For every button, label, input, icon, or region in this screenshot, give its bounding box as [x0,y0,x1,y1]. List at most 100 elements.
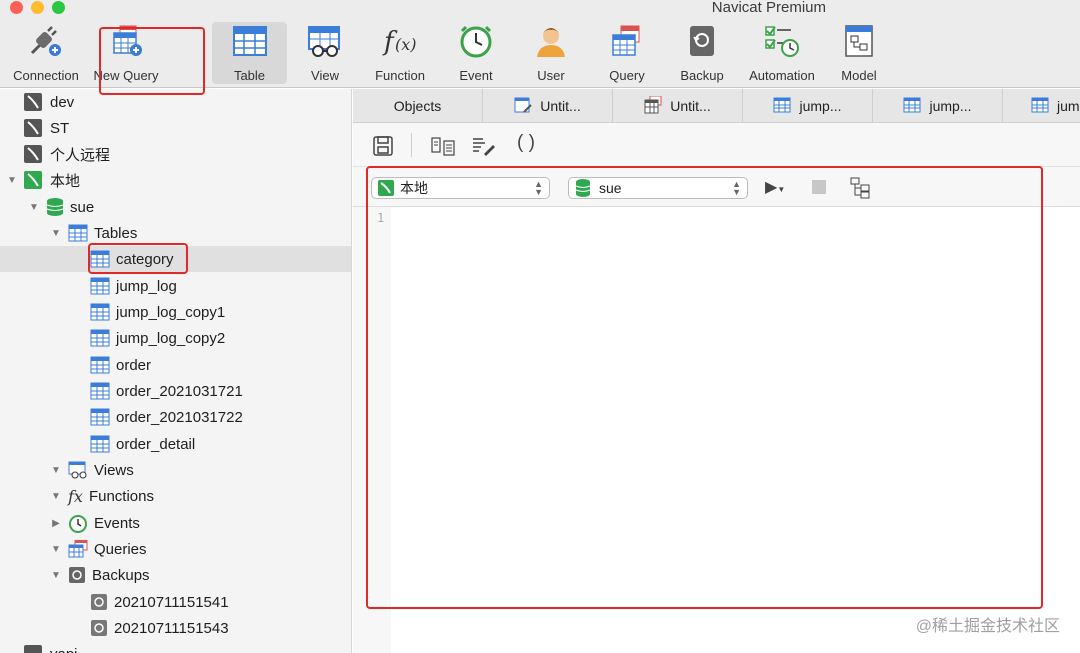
connection-select-value: 本地 [400,180,428,196]
query-icon [68,540,88,558]
toolbar-user-button[interactable]: User [522,22,580,84]
explain-button[interactable] [850,177,872,204]
database-select-value: sue [599,180,622,196]
toolbar-backup-button[interactable]: Backup [672,22,732,84]
connection-select[interactable]: 本地 ▲ ▼ [371,177,550,199]
clock-icon [458,22,494,60]
tree-label: jump_log_copy2 [116,329,226,347]
chevron-down-icon[interactable]: ▼ [28,202,40,213]
table-icon [90,329,110,347]
tree-backup-item[interactable]: 20210711151543 [0,615,351,641]
tree-group-tables[interactable]: ▼ Tables [0,220,351,246]
main-toolbar: Navicat Premium Connection New Query Tab… [0,0,1080,88]
tree-connection-personal-remote[interactable]: 个人远程 [0,141,351,167]
tree-label: order_2021031721 [116,382,243,400]
toolbar-label: Model [841,68,877,83]
tree-label: Backups [92,566,150,584]
tab-objects[interactable]: Objects [353,89,483,123]
tree-label: sue [70,198,95,216]
tree-group-backups[interactable]: ▼ Backups [0,562,351,588]
tree-connection-yapi[interactable]: yapi [0,641,351,653]
toolbar-event-button[interactable]: Event [446,22,506,84]
chevron-down-icon[interactable]: ▼ [50,465,62,476]
tree-group-events[interactable]: ▶ Events [0,510,351,536]
query-builder-button[interactable] [431,136,455,161]
chevron-down-icon[interactable]: ▼ [50,228,62,239]
plug-icon [26,22,66,60]
chevron-down-icon[interactable]: ▼ [50,491,62,502]
toolbar-connection-button[interactable]: Connection [6,22,86,84]
connection-active-icon [378,180,394,196]
toolbar-label: User [537,68,565,83]
tree-database-sue[interactable]: ▼ sue [0,194,351,220]
tab-jump-3[interactable]: jum [1003,89,1080,123]
save-button[interactable] [373,136,393,161]
toolbar-label: Connection [13,68,79,83]
table-icon [232,22,268,60]
tree-table-order[interactable]: order [0,352,351,378]
toolbar-view-button[interactable]: View [292,22,358,84]
database-icon [46,197,64,217]
toolbar-function-button[interactable]: f (x) Function [366,22,434,84]
tree-connection-st[interactable]: ST [0,115,351,141]
tab-untitled-2[interactable]: Untit... [613,89,743,123]
toolbar-automation-button[interactable]: Automation [742,22,822,84]
table-icon [90,382,110,400]
tree-group-functions[interactable]: ▼ fx Functions [0,483,351,509]
tab-label: jum [1057,98,1080,114]
clock-icon [68,513,88,533]
query-edit-icon [514,96,532,117]
toolbar-label: Function [375,68,425,83]
tree-label: Queries [94,540,147,558]
tree-table-order-detail[interactable]: order_detail [0,431,351,457]
tree-table-category[interactable]: category [0,246,351,272]
tree-label: category [116,250,174,268]
database-select[interactable]: sue ▲ ▼ [568,177,748,199]
toolbar-query-button[interactable]: Query [596,22,658,84]
connection-icon [24,119,44,137]
stop-button[interactable] [812,180,826,194]
tree-table-order-2021031722[interactable]: order_2021031722 [0,404,351,430]
tree-label: ST [50,119,70,137]
query-builder-icon [431,137,455,156]
beautify-sql-button[interactable] [471,136,497,161]
toolbar-model-button[interactable]: Model [830,22,888,84]
beautify-icon [473,138,495,156]
watermark: @稀土掘金技术社区 [915,618,1060,635]
connection-icon [24,145,44,163]
toolbar-label: Backup [680,68,724,83]
view-icon [68,461,88,479]
toolbar-label: Event [459,68,493,83]
tree-group-views[interactable]: ▼ Views [0,457,351,483]
table-icon [68,224,88,242]
tab-label: Objects [393,98,442,114]
toolbar-table-button[interactable]: Table [212,22,287,84]
chevron-down-icon[interactable]: ▼ [50,570,62,581]
tree-table-jump-log-copy2[interactable]: jump_log_copy2 [0,325,351,351]
toolbar-label: New Query [93,68,159,83]
tree-backup-item[interactable]: 20210711151541 [0,589,351,615]
toolbar-new-query-button[interactable]: New Query [88,22,164,84]
tab-label: Untit... [540,98,581,114]
sql-editor[interactable]: 1 [353,207,1080,653]
chevron-down-icon[interactable]: ▼ [50,544,62,555]
tree-table-order-2021031721[interactable]: order_2021031721 [0,378,351,404]
chevron-right-icon[interactable]: ▶ [50,518,62,529]
tree-label: dev [50,93,75,111]
tree-table-jump-log-copy1[interactable]: jump_log_copy1 [0,299,351,325]
parentheses-icon[interactable]: ( ) [517,132,535,154]
tab-label: jump... [799,98,842,114]
tab-jump-1[interactable]: jump... [743,89,873,123]
chevron-updown-icon: ▲ ▼ [534,179,543,197]
tree-table-jump-log[interactable]: jump_log [0,273,351,299]
tree-label: yapi [50,646,78,653]
tree-group-queries[interactable]: ▼ Queries [0,536,351,562]
tree-connection-dev[interactable]: dev [0,89,351,115]
run-button[interactable]: ▶▼ [765,177,785,197]
chevron-updown-icon: ▲ ▼ [732,179,741,197]
chevron-down-icon[interactable]: ▼ [6,175,18,186]
tab-jump-2[interactable]: jump... [873,89,1003,123]
tab-untitled-1[interactable]: Untit... [483,89,613,123]
tree-label: order_detail [116,435,196,453]
tree-connection-local[interactable]: ▼ 本地 [0,167,351,193]
